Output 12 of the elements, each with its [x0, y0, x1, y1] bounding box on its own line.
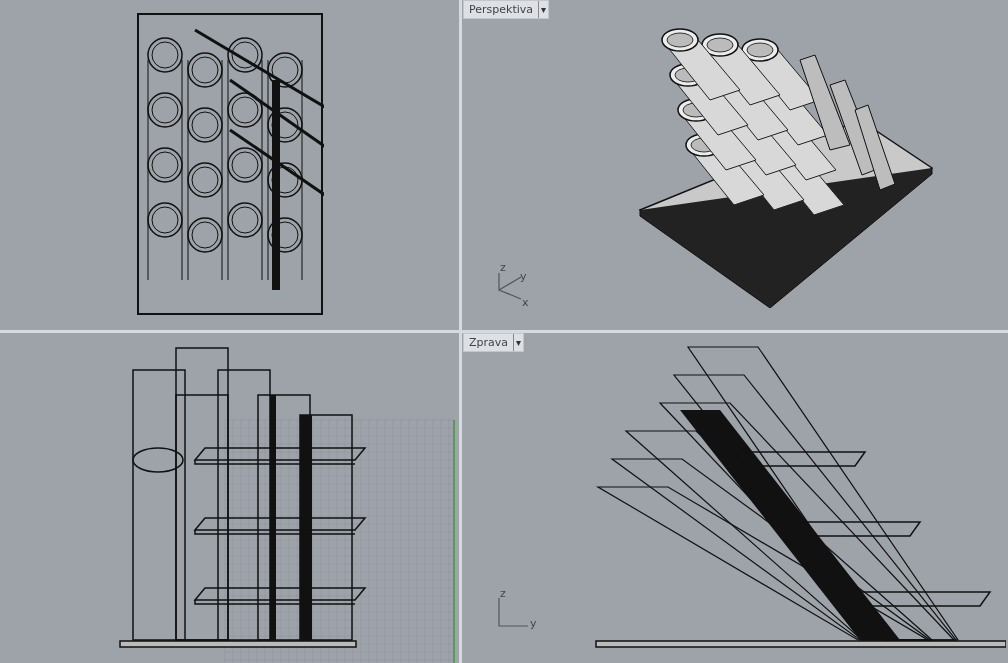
viewport-menu-button[interactable]: ▾	[513, 334, 524, 351]
viewport-tab[interactable]: Zprava	[464, 337, 514, 348]
axis-label: z	[500, 588, 506, 599]
viewport[interactable]	[0, 0, 459, 330]
axis-gizmo-icon	[497, 272, 522, 300]
axis-label: y	[520, 271, 527, 282]
viewport-menu-button[interactable]: ▾	[538, 1, 549, 18]
viewport-tab[interactable]: Perspektiva	[464, 4, 538, 15]
axis-label: y	[530, 618, 537, 629]
axis-gizmo-icon	[497, 598, 528, 628]
axis-label: x	[522, 297, 529, 308]
axis-label: z	[500, 262, 506, 273]
